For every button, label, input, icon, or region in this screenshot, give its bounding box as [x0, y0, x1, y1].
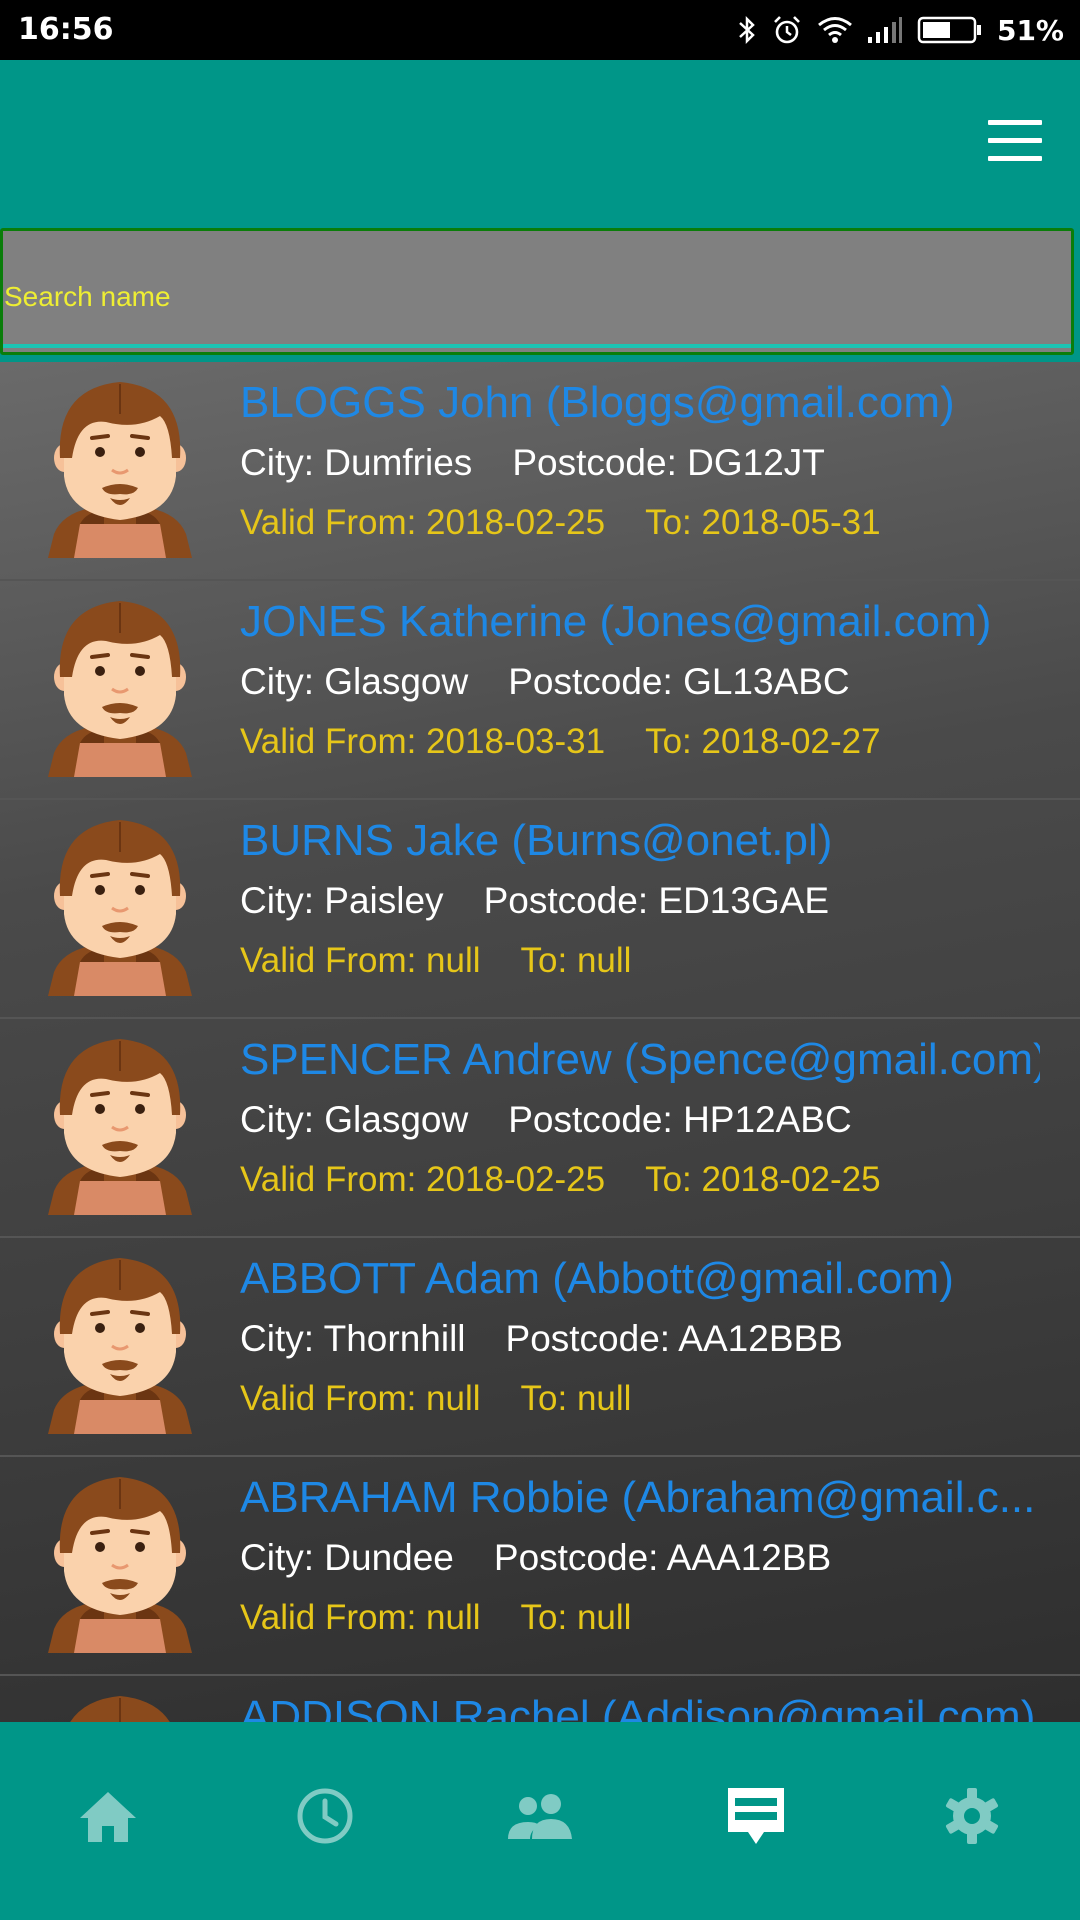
- contact-name: BLOGGS John (Bloggs@gmail.com): [240, 378, 955, 427]
- avatar: [48, 1475, 192, 1653]
- menu-icon-bar: [988, 138, 1042, 143]
- contact-row[interactable]: ADDISON Rachel (Addison@gmail.com): [0, 1676, 1080, 1722]
- contact-row[interactable]: BURNS Jake (Burns@onet.pl) City: Paisley P…: [0, 800, 1080, 1019]
- contact-location: City: Thornhill Postcode: AA12BBB: [240, 1318, 843, 1360]
- battery-percent: 51%: [996, 13, 1064, 47]
- contact-validity: Valid From: 2018-03-31 To: 2018-02-27: [240, 722, 881, 762]
- contact-name: ADDISON Rachel (Addison@gmail.com): [240, 1692, 1036, 1722]
- valid-to: To: null: [520, 1598, 632, 1637]
- home-icon: [80, 1792, 136, 1842]
- valid-to: To: 2018-02-25: [645, 1160, 881, 1199]
- search-box: [0, 228, 1074, 355]
- valid-to: To: 2018-02-27: [645, 722, 881, 761]
- menu-icon-bar: [988, 156, 1042, 161]
- avatar: [48, 818, 192, 996]
- contact-name: JONES Katherine (Jones@gmail.com): [240, 597, 992, 646]
- contact-location: City: Paisley Postcode: ED13GAE: [240, 880, 829, 922]
- contact-row[interactable]: ABRAHAM Robbie (Abraham@gmail.c... City: …: [0, 1457, 1080, 1676]
- valid-to: To: 2018-05-31: [645, 503, 881, 542]
- search-underline: [3, 344, 1071, 348]
- menu-button[interactable]: [988, 120, 1042, 162]
- valid-from: Valid From: 2018-03-31: [240, 722, 606, 761]
- avatar: [48, 599, 192, 777]
- contact-name: ABRAHAM Robbie (Abraham@gmail.c...: [240, 1473, 1036, 1522]
- contact-row[interactable]: JONES Katherine (Jones@gmail.com) City: G…: [0, 581, 1080, 800]
- menu-icon: [988, 120, 1042, 125]
- valid-from: Valid From: null: [240, 941, 481, 980]
- valid-to: To: null: [520, 941, 632, 980]
- contact-city: City: Dundee: [240, 1537, 454, 1578]
- contact-row[interactable]: SPENCER Andrew (Spence@gmail.com) City: G…: [0, 1019, 1080, 1238]
- search-area: [0, 228, 1080, 362]
- card-icon: [728, 1788, 784, 1844]
- contact-validity: Valid From: 2018-02-25 To: 2018-02-25: [240, 1160, 881, 1200]
- bluetooth-icon: [739, 15, 755, 45]
- contact-city: City: Glasgow: [240, 661, 469, 702]
- avatar: [48, 1694, 192, 1722]
- nav-people[interactable]: [496, 1772, 584, 1860]
- contact-row[interactable]: ABBOTT Adam (Abbott@gmail.com) City: Thor…: [0, 1238, 1080, 1457]
- nav-history[interactable]: [281, 1772, 369, 1860]
- nav-cards[interactable]: [712, 1772, 800, 1860]
- nav-settings[interactable]: [928, 1772, 1016, 1860]
- avatar: [48, 1256, 192, 1434]
- nav-home[interactable]: [64, 1772, 152, 1860]
- contact-location: City: Dundee Postcode: AAA12BB: [240, 1537, 831, 1579]
- valid-from: Valid From: 2018-02-25: [240, 1160, 606, 1199]
- contact-postcode: Postcode: AAA12BB: [493, 1537, 832, 1578]
- valid-from: Valid From: null: [240, 1379, 481, 1418]
- contact-name: SPENCER Andrew (Spence@gmail.com): [240, 1035, 1040, 1084]
- status-time: 16:56: [18, 12, 114, 47]
- bottom-nav: [0, 1722, 1080, 1920]
- status-icons: 51%: [737, 10, 1064, 50]
- contact-name: BURNS Jake (Burns@onet.pl): [240, 816, 833, 865]
- contact-validity: Valid From: null To: null: [240, 1598, 631, 1638]
- valid-to: To: null: [520, 1379, 632, 1418]
- contact-postcode: Postcode: DG12JT: [512, 442, 825, 483]
- alarm-icon: [774, 16, 800, 44]
- contact-name: ABBOTT Adam (Abbott@gmail.com): [240, 1254, 954, 1303]
- contact-location: City: Glasgow Postcode: GL13ABC: [240, 661, 850, 703]
- avatar: [48, 1037, 192, 1215]
- battery-icon: [917, 16, 981, 44]
- avatar: [48, 380, 192, 558]
- gear-icon: [945, 1788, 999, 1844]
- search-input[interactable]: [3, 231, 1071, 352]
- contact-location: City: Glasgow Postcode: HP12ABC: [240, 1099, 852, 1141]
- contact-postcode: Postcode: ED13GAE: [483, 880, 830, 921]
- people-icon: [508, 1794, 572, 1839]
- contact-validity: Valid From: null To: null: [240, 1379, 631, 1419]
- contact-validity: Valid From: null To: null: [240, 941, 631, 981]
- status-bar: 16:56 51%: [0, 0, 1080, 60]
- contact-city: City: Glasgow: [240, 1099, 469, 1140]
- valid-from: Valid From: 2018-02-25: [240, 503, 606, 542]
- contact-city: City: Dumfries: [240, 442, 473, 483]
- contact-location: City: Dumfries Postcode: DG12JT: [240, 442, 825, 484]
- contact-postcode: Postcode: AA12BBB: [505, 1318, 843, 1359]
- app-bar: [0, 60, 1080, 228]
- contact-postcode: Postcode: GL13ABC: [508, 661, 850, 702]
- contact-city: City: Thornhill: [240, 1318, 466, 1359]
- contact-validity: Valid From: 2018-02-25 To: 2018-05-31: [240, 503, 881, 543]
- contact-postcode: Postcode: HP12ABC: [508, 1099, 852, 1140]
- valid-from: Valid From: null: [240, 1598, 481, 1637]
- contact-list[interactable]: BLOGGS John (Bloggs@gmail.com) City: Dumf…: [0, 362, 1080, 1722]
- contact-row[interactable]: BLOGGS John (Bloggs@gmail.com) City: Dumf…: [0, 362, 1080, 581]
- wifi-icon: [818, 17, 852, 43]
- clock-icon: [297, 1788, 353, 1844]
- contact-city: City: Paisley: [240, 880, 444, 921]
- signal-icon: [867, 17, 902, 43]
